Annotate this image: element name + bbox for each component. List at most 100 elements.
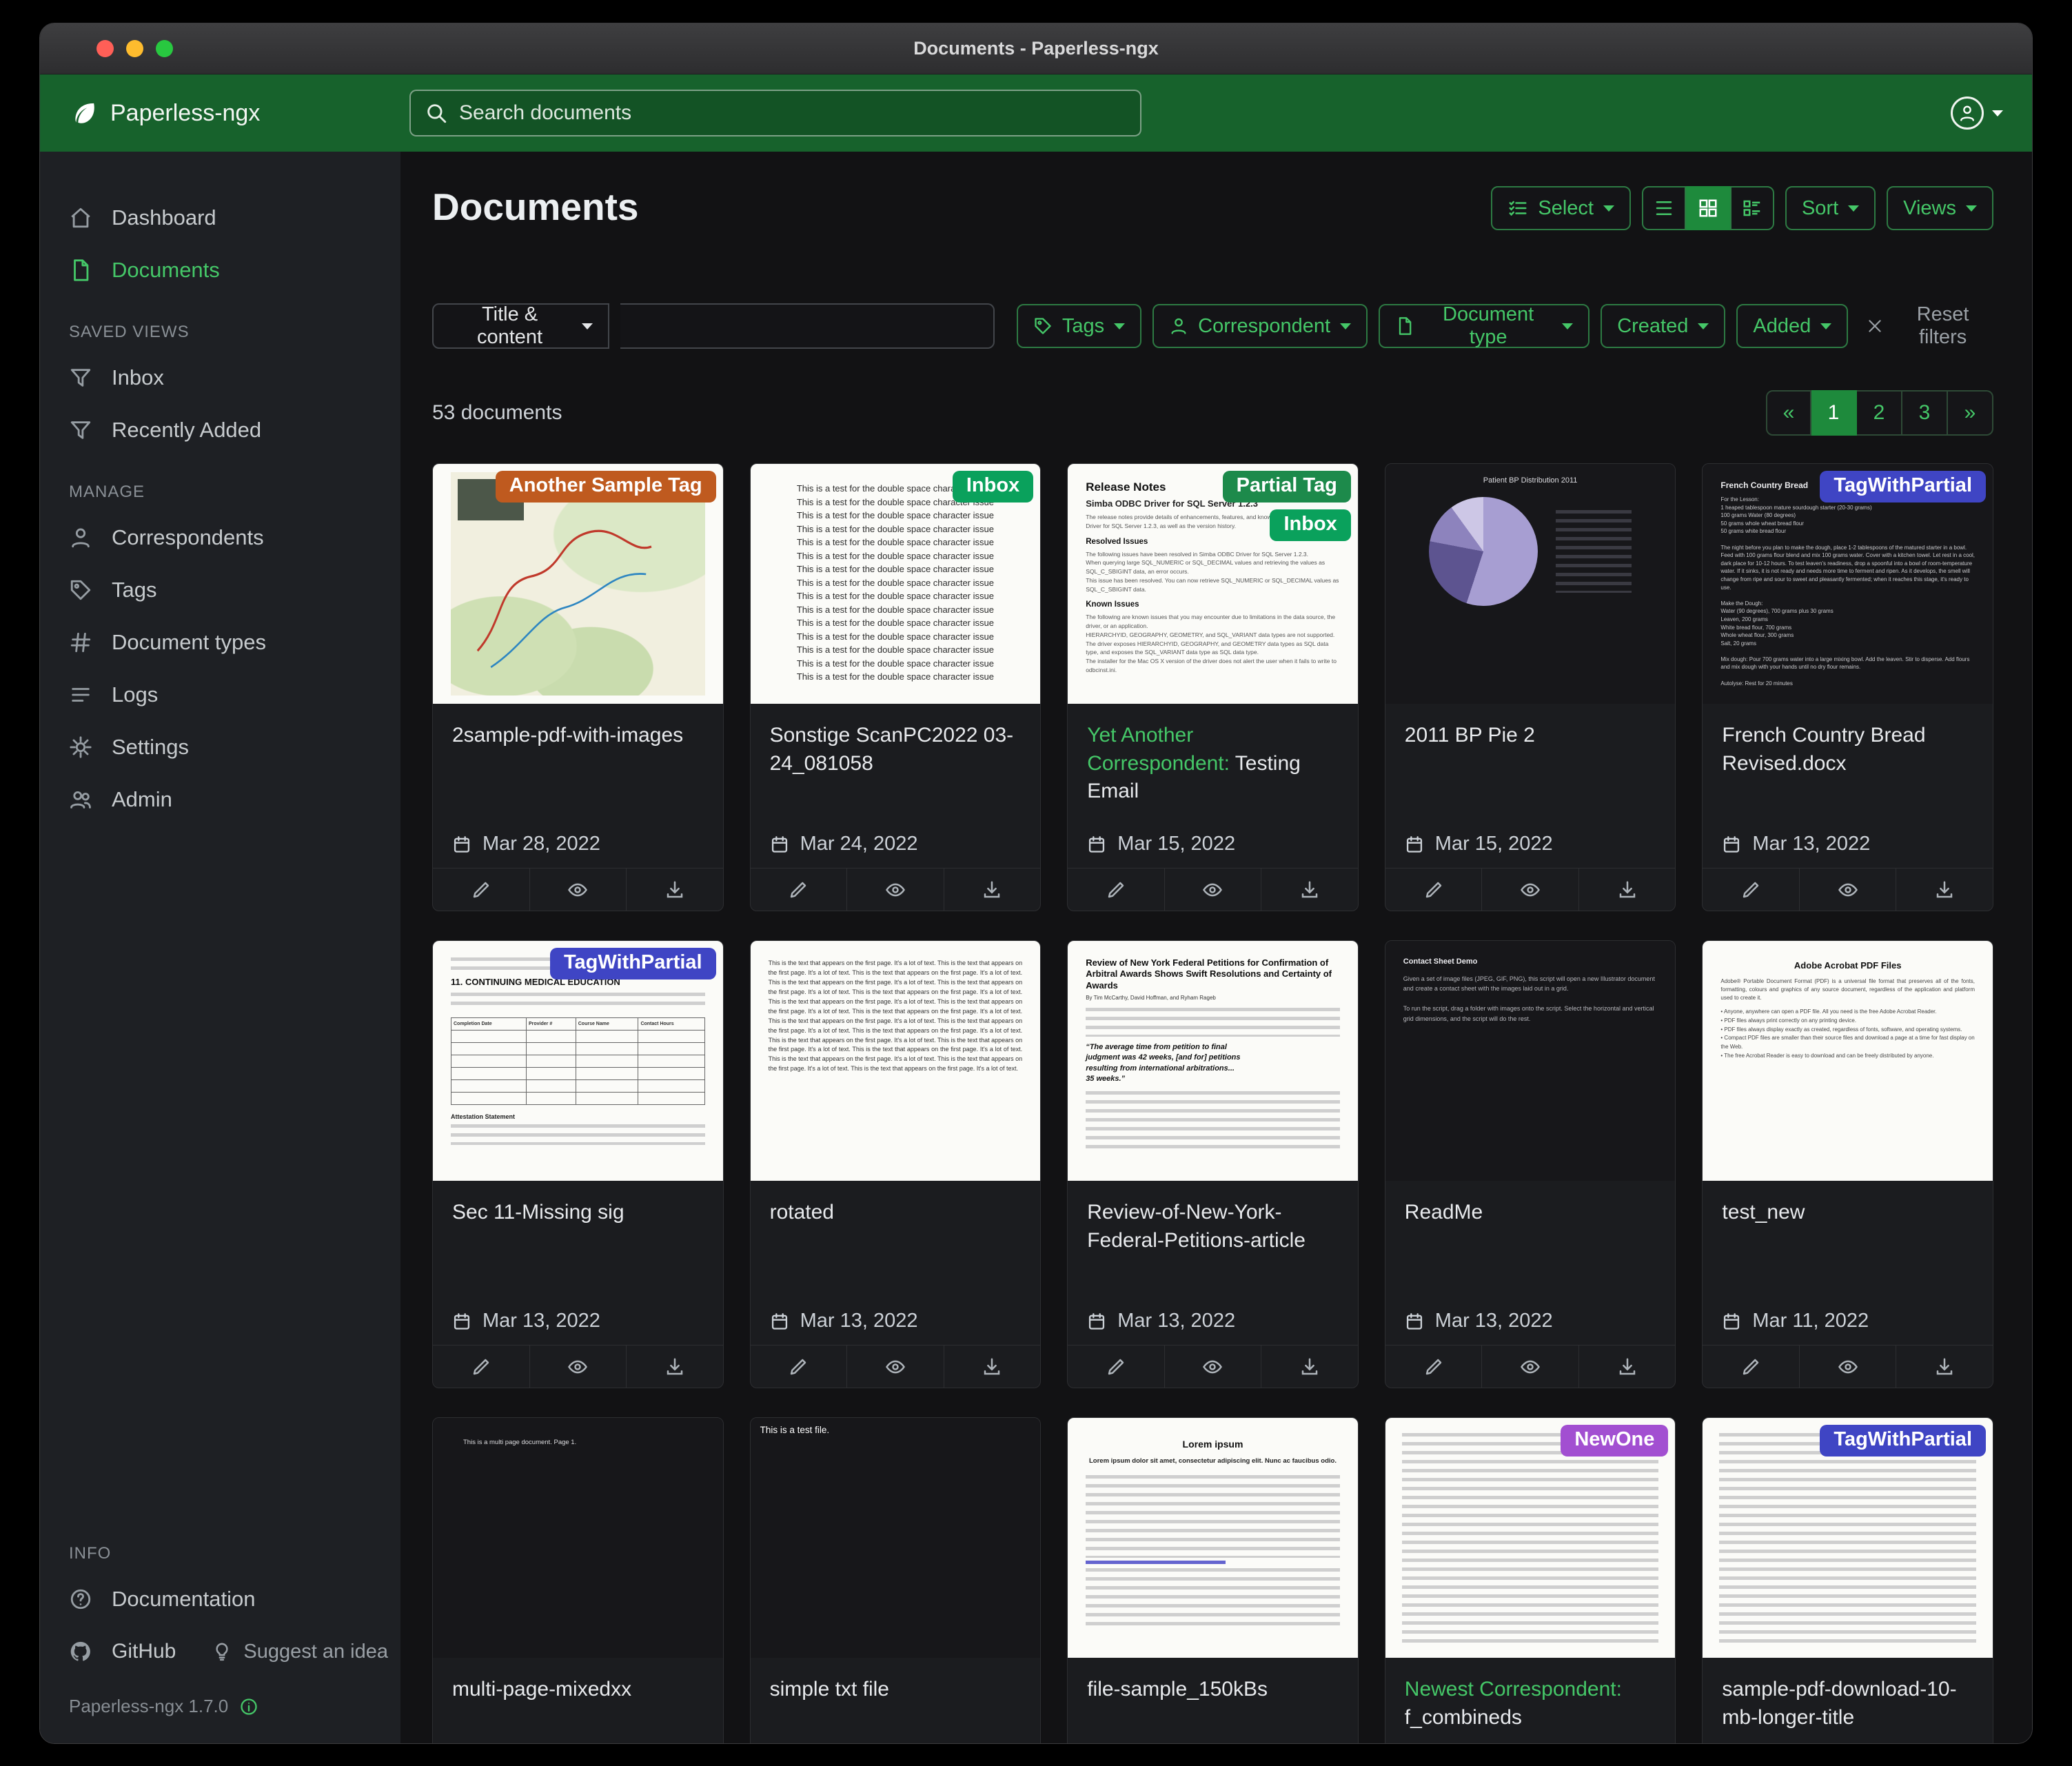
document-title[interactable]: sample-pdf-download-10-mb-longer-title bbox=[1722, 1676, 1973, 1732]
view-button[interactable] bbox=[846, 1346, 944, 1388]
document-title[interactable]: Yet Another Correspondent: Testing Email bbox=[1087, 722, 1339, 806]
download-button[interactable] bbox=[1261, 869, 1358, 911]
pagination-page-2[interactable]: 2 bbox=[1857, 390, 1902, 436]
document-title[interactable]: Review-of-New-York-Federal-Petitions-art… bbox=[1087, 1199, 1339, 1255]
edit-button[interactable] bbox=[1068, 869, 1164, 911]
edit-button[interactable] bbox=[1703, 1346, 1799, 1388]
view-button[interactable] bbox=[529, 869, 627, 911]
pagination-prev[interactable]: « bbox=[1766, 390, 1811, 436]
sidebar-item-settings[interactable]: Settings bbox=[40, 721, 400, 773]
view-grid-button[interactable] bbox=[1686, 186, 1730, 230]
document-thumbnail[interactable]: This is a test file. bbox=[751, 1418, 1041, 1658]
sidebar-item-dashboard[interactable]: Dashboard bbox=[40, 192, 400, 244]
views-button[interactable]: Views bbox=[1887, 186, 1993, 230]
edit-button[interactable] bbox=[433, 869, 529, 911]
download-button[interactable] bbox=[626, 869, 723, 911]
sidebar-item-github[interactable]: GitHub bbox=[40, 1625, 205, 1678]
sidebar-item-documents[interactable]: Documents bbox=[40, 244, 400, 296]
document-thumbnail[interactable]: This is the text that appears on the fir… bbox=[751, 941, 1041, 1181]
view-list-button[interactable] bbox=[1642, 186, 1686, 230]
document-thumbnail[interactable]: Contact Sheet Demo Given a set of image … bbox=[1385, 941, 1676, 1181]
info-icon[interactable] bbox=[239, 1697, 258, 1716]
tag-badge[interactable]: NewOne bbox=[1561, 1425, 1668, 1457]
title-content-dropdown[interactable]: Title & content bbox=[432, 303, 609, 349]
view-button[interactable] bbox=[1481, 869, 1578, 911]
download-button[interactable] bbox=[1261, 1346, 1358, 1388]
download-button[interactable] bbox=[1578, 869, 1676, 911]
document-title[interactable]: test_new bbox=[1722, 1199, 1973, 1227]
correspondent-link[interactable]: Newest Correspondent: bbox=[1405, 1678, 1622, 1701]
added-filter-button[interactable]: Added bbox=[1736, 304, 1848, 348]
document-thumbnail[interactable]: Another Sample Tag bbox=[433, 464, 723, 704]
pagination-page-3[interactable]: 3 bbox=[1902, 390, 1948, 436]
document-title[interactable]: 2sample-pdf-with-images bbox=[452, 722, 704, 750]
pagination-page-1[interactable]: 1 bbox=[1811, 390, 1857, 436]
view-button[interactable] bbox=[846, 869, 944, 911]
document-type-filter-button[interactable]: Document type bbox=[1379, 304, 1589, 348]
close-window-button[interactable] bbox=[97, 40, 114, 57]
title-content-input[interactable] bbox=[620, 303, 995, 349]
select-button[interactable]: Select bbox=[1491, 186, 1631, 230]
view-button[interactable] bbox=[1164, 1346, 1261, 1388]
edit-button[interactable] bbox=[1385, 1346, 1482, 1388]
document-title[interactable]: Newest Correspondent: f_combineds bbox=[1405, 1676, 1656, 1732]
view-button[interactable] bbox=[1799, 1346, 1896, 1388]
maximize-window-button[interactable] bbox=[156, 40, 173, 57]
tag-badge[interactable]: TagWithPartial bbox=[1820, 1425, 1986, 1457]
view-button[interactable] bbox=[1799, 869, 1896, 911]
document-title[interactable]: multi-page-mixedxx bbox=[452, 1676, 704, 1704]
sidebar-item-document-types[interactable]: Document types bbox=[40, 616, 400, 669]
created-filter-button[interactable]: Created bbox=[1601, 304, 1725, 348]
document-thumbnail[interactable]: Release Notes Simba ODBC Driver for SQL … bbox=[1068, 464, 1358, 704]
sidebar-item-documentation[interactable]: Documentation bbox=[40, 1573, 400, 1625]
download-button[interactable] bbox=[944, 1346, 1041, 1388]
download-button[interactable] bbox=[944, 869, 1041, 911]
download-button[interactable] bbox=[1578, 1346, 1676, 1388]
sidebar-item-recently-added[interactable]: Recently Added bbox=[40, 404, 400, 456]
tag-badge[interactable]: Another Sample Tag bbox=[496, 471, 716, 503]
document-thumbnail[interactable]: This is a test for the double space char… bbox=[751, 464, 1041, 704]
sidebar-item-tags[interactable]: Tags bbox=[40, 564, 400, 616]
app-brand[interactable]: Paperless-ngx bbox=[70, 99, 260, 127]
document-thumbnail[interactable]: Review of New York Federal Petitions for… bbox=[1068, 941, 1358, 1181]
view-button[interactable] bbox=[1481, 1346, 1578, 1388]
tag-badge[interactable]: Inbox bbox=[1270, 509, 1350, 541]
minimize-window-button[interactable] bbox=[126, 40, 143, 57]
document-thumbnail[interactable]: French Country Bread For the Lesson: 1 h… bbox=[1703, 464, 1993, 704]
sort-button[interactable]: Sort bbox=[1785, 186, 1876, 230]
download-button[interactable] bbox=[1896, 869, 1993, 911]
view-details-button[interactable] bbox=[1730, 186, 1774, 230]
document-title[interactable]: file-sample_150kBs bbox=[1087, 1676, 1339, 1704]
tag-badge[interactable]: TagWithPartial bbox=[550, 948, 716, 980]
view-button[interactable] bbox=[529, 1346, 627, 1388]
view-button[interactable] bbox=[1164, 869, 1261, 911]
document-thumbnail[interactable]: NewOne bbox=[1385, 1418, 1676, 1658]
document-thumbnail[interactable]: Patient BP Distribution 2011 bbox=[1385, 464, 1676, 704]
edit-button[interactable] bbox=[1703, 869, 1799, 911]
edit-button[interactable] bbox=[751, 1346, 847, 1388]
reset-filters-button[interactable]: Reset filters bbox=[1866, 303, 1993, 349]
document-title[interactable]: simple txt file bbox=[770, 1676, 1022, 1704]
document-thumbnail[interactable]: Adobe Acrobat PDF Files Adobe® Portable … bbox=[1703, 941, 1993, 1181]
edit-button[interactable] bbox=[751, 869, 847, 911]
document-title[interactable]: French Country Bread Revised.docx bbox=[1722, 722, 1973, 778]
sidebar-item-correspondents[interactable]: Correspondents bbox=[40, 511, 400, 564]
document-thumbnail[interactable]: Lorem ipsum Lorem ipsum dolor sit amet, … bbox=[1068, 1418, 1358, 1658]
tag-badge[interactable]: Inbox bbox=[953, 471, 1033, 503]
document-title[interactable]: Sonstige ScanPC2022 03-24_081058 bbox=[770, 722, 1022, 778]
tags-filter-button[interactable]: Tags bbox=[1017, 304, 1141, 348]
edit-button[interactable] bbox=[1385, 869, 1482, 911]
tag-badge[interactable]: TagWithPartial bbox=[1820, 471, 1986, 503]
edit-button[interactable] bbox=[1068, 1346, 1164, 1388]
edit-button[interactable] bbox=[433, 1346, 529, 1388]
correspondent-filter-button[interactable]: Correspondent bbox=[1152, 304, 1368, 348]
sidebar-item-logs[interactable]: Logs bbox=[40, 669, 400, 721]
document-title[interactable]: 2011 BP Pie 2 bbox=[1405, 722, 1656, 750]
download-button[interactable] bbox=[1896, 1346, 1993, 1388]
document-thumbnail[interactable]: TagWithPartial bbox=[1703, 1418, 1993, 1658]
download-button[interactable] bbox=[626, 1346, 723, 1388]
document-thumbnail[interactable]: This is a multi page document. Page 1. bbox=[433, 1418, 723, 1658]
pagination-next[interactable]: » bbox=[1948, 390, 1993, 436]
user-menu-button[interactable] bbox=[1951, 97, 2003, 130]
tag-badge[interactable]: Partial Tag bbox=[1223, 471, 1351, 503]
